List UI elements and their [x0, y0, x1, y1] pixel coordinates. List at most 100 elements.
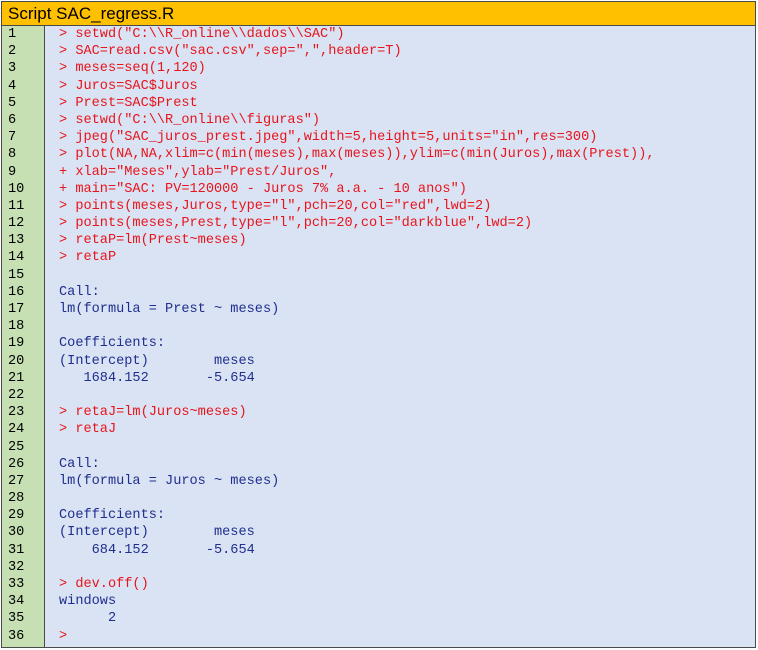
r-output: windows — [59, 594, 117, 610]
line-number: 30 — [8, 525, 25, 541]
r-command: > setwd("C:\\R_online\\dados\\SAC") — [59, 27, 345, 42]
r-command: > points(meses,Prest,type="l",pch=20,col… — [59, 216, 533, 232]
code-line: 28 — [2, 490, 755, 507]
r-command: > setwd("C:\\R_online\\figuras") — [59, 112, 321, 128]
r-command: > retaJ=lm(Juros~meses) — [59, 405, 247, 421]
script-window: Script SAC_regress.R 1 > setwd("C:\\R_onl… — [1, 1, 756, 648]
code-line: 29 Coefficients: — [2, 507, 755, 524]
code-line: 25 — [2, 439, 755, 456]
code-line: 3 > meses=seq(1,120) — [2, 60, 755, 77]
r-output: 2 — [59, 611, 117, 627]
line-number: 31 — [8, 542, 25, 558]
code-line: 12 > points(meses,Prest,type="l",pch=20,c… — [2, 215, 755, 232]
line-number: 16 — [8, 284, 25, 300]
code-line: 19 Coefficients: — [2, 335, 755, 352]
code-line: 7 > jpeg("SAC_juros_prest.jpeg",width=5,h… — [2, 129, 755, 146]
line-number: 14 — [8, 250, 25, 266]
code-line: 17 lm(formula = Prest ~ meses) — [2, 301, 755, 318]
line-number: 21 — [8, 370, 25, 386]
line-number: 26 — [8, 456, 25, 472]
code-line: 34 windows — [2, 593, 755, 610]
code-lines: 1 > setwd("C:\\R_online\\dados\\SAC") 2 > S… — [2, 26, 755, 645]
line-number: 33 — [8, 577, 25, 592]
code-line: 15 — [2, 267, 755, 284]
line-number: 29 — [8, 508, 25, 524]
line-number: 5 — [8, 95, 17, 111]
code-line: 2 > SAC=read.csv("sac.csv",sep=",",header… — [2, 43, 755, 60]
code-line: 33 > dev.off() — [2, 576, 755, 593]
line-number: 32 — [8, 559, 25, 575]
r-command: > points(meses,Juros,type="l",pch=20,col… — [59, 198, 492, 214]
line-number: 35 — [8, 611, 25, 627]
code-line: 11 > points(meses,Juros,type="l",pch=20,c… — [2, 198, 755, 215]
line-number: 15 — [8, 267, 25, 283]
code-line: 36 > — [2, 628, 755, 645]
code-line: 16 Call: — [2, 284, 755, 301]
r-command: > Juros=SAC$Juros — [59, 78, 198, 94]
code-line: 6 > setwd("C:\\R_online\\figuras") — [2, 112, 755, 129]
code-line: 9 + xlab="Meses",ylab="Prest/Juros", — [2, 164, 755, 181]
line-number: 13 — [8, 233, 25, 249]
code-line: 22 — [2, 387, 755, 404]
line-number: 3 — [8, 61, 17, 77]
code-line: 35 2 — [2, 610, 755, 627]
r-command: > meses=seq(1,120) — [59, 61, 206, 77]
r-output: 1684.152 -5.654 — [59, 370, 255, 386]
r-command: > retaP — [59, 250, 117, 266]
code-line: 14 > retaP — [2, 249, 755, 266]
r-command: > plot(NA,NA,xlim=c(min(meses),max(meses… — [59, 147, 655, 163]
line-number: 11 — [8, 198, 25, 214]
line-number: 25 — [8, 439, 25, 455]
line-number: 10 — [8, 181, 25, 197]
r-command: + main="SAC: PV=120000 - Juros 7% a.a. -… — [59, 181, 467, 197]
line-number: 22 — [8, 387, 25, 403]
code-line: 23 > retaJ=lm(Juros~meses) — [2, 404, 755, 421]
code-line: 5 > Prest=SAC$Prest — [2, 95, 755, 112]
code-line: 18 — [2, 318, 755, 335]
r-command: > retaJ — [59, 422, 117, 438]
r-output: Call: — [59, 284, 100, 300]
line-number: 18 — [8, 319, 25, 335]
line-number: 4 — [8, 78, 17, 94]
code-area[interactable]: 1 > setwd("C:\\R_online\\dados\\SAC") 2 > S… — [2, 26, 755, 647]
r-output: lm(formula = Juros ~ meses) — [59, 473, 280, 489]
r-output: lm(formula = Prest ~ meses) — [59, 302, 280, 317]
r-command: > retaP=lm(Prest~meses) — [59, 233, 247, 249]
script-title: Script SAC_regress.R — [2, 2, 755, 26]
r-command: > SAC=read.csv("sac.csv",sep=",",header=… — [59, 44, 402, 60]
line-number: 28 — [8, 491, 25, 507]
code-line: 30 (Intercept) meses — [2, 524, 755, 541]
code-line: 24 > retaJ — [2, 421, 755, 438]
code-line: 21 1684.152 -5.654 — [2, 370, 755, 387]
line-number: 1 — [8, 27, 17, 42]
code-line: 27 lm(formula = Juros ~ meses) — [2, 473, 755, 490]
code-line: 31 684.152 -5.654 — [2, 542, 755, 559]
r-command: > jpeg("SAC_juros_prest.jpeg",width=5,he… — [59, 130, 598, 146]
line-number: 7 — [8, 130, 17, 146]
line-number: 24 — [8, 422, 25, 438]
line-number: 19 — [8, 336, 25, 352]
r-output: Call: — [59, 456, 100, 472]
line-number: 27 — [8, 473, 25, 489]
line-number: 23 — [8, 405, 25, 421]
code-line: 20 (Intercept) meses — [2, 353, 755, 370]
line-number: 36 — [8, 628, 25, 644]
line-number: 9 — [8, 164, 17, 180]
r-output: 684.152 -5.654 — [59, 542, 255, 558]
code-line: 4 > Juros=SAC$Juros — [2, 78, 755, 95]
r-output: Coefficients: — [59, 508, 166, 524]
line-number: 8 — [8, 147, 17, 163]
line-number: 6 — [8, 112, 17, 128]
code-line: 26 Call: — [2, 456, 755, 473]
r-command: > — [59, 628, 68, 644]
r-command: > dev.off() — [59, 577, 149, 592]
code-line: 8 > plot(NA,NA,xlim=c(min(meses),max(mese… — [2, 146, 755, 163]
line-number: 12 — [8, 216, 25, 232]
code-line: 32 — [2, 559, 755, 576]
line-number: 20 — [8, 353, 25, 369]
r-command: > Prest=SAC$Prest — [59, 95, 198, 111]
line-number: 17 — [8, 302, 25, 317]
code-line: 1 > setwd("C:\\R_online\\dados\\SAC") — [2, 26, 755, 43]
r-output: Coefficients: — [59, 336, 166, 352]
code-line: 10 + main="SAC: PV=120000 - Juros 7% a.a.… — [2, 181, 755, 198]
